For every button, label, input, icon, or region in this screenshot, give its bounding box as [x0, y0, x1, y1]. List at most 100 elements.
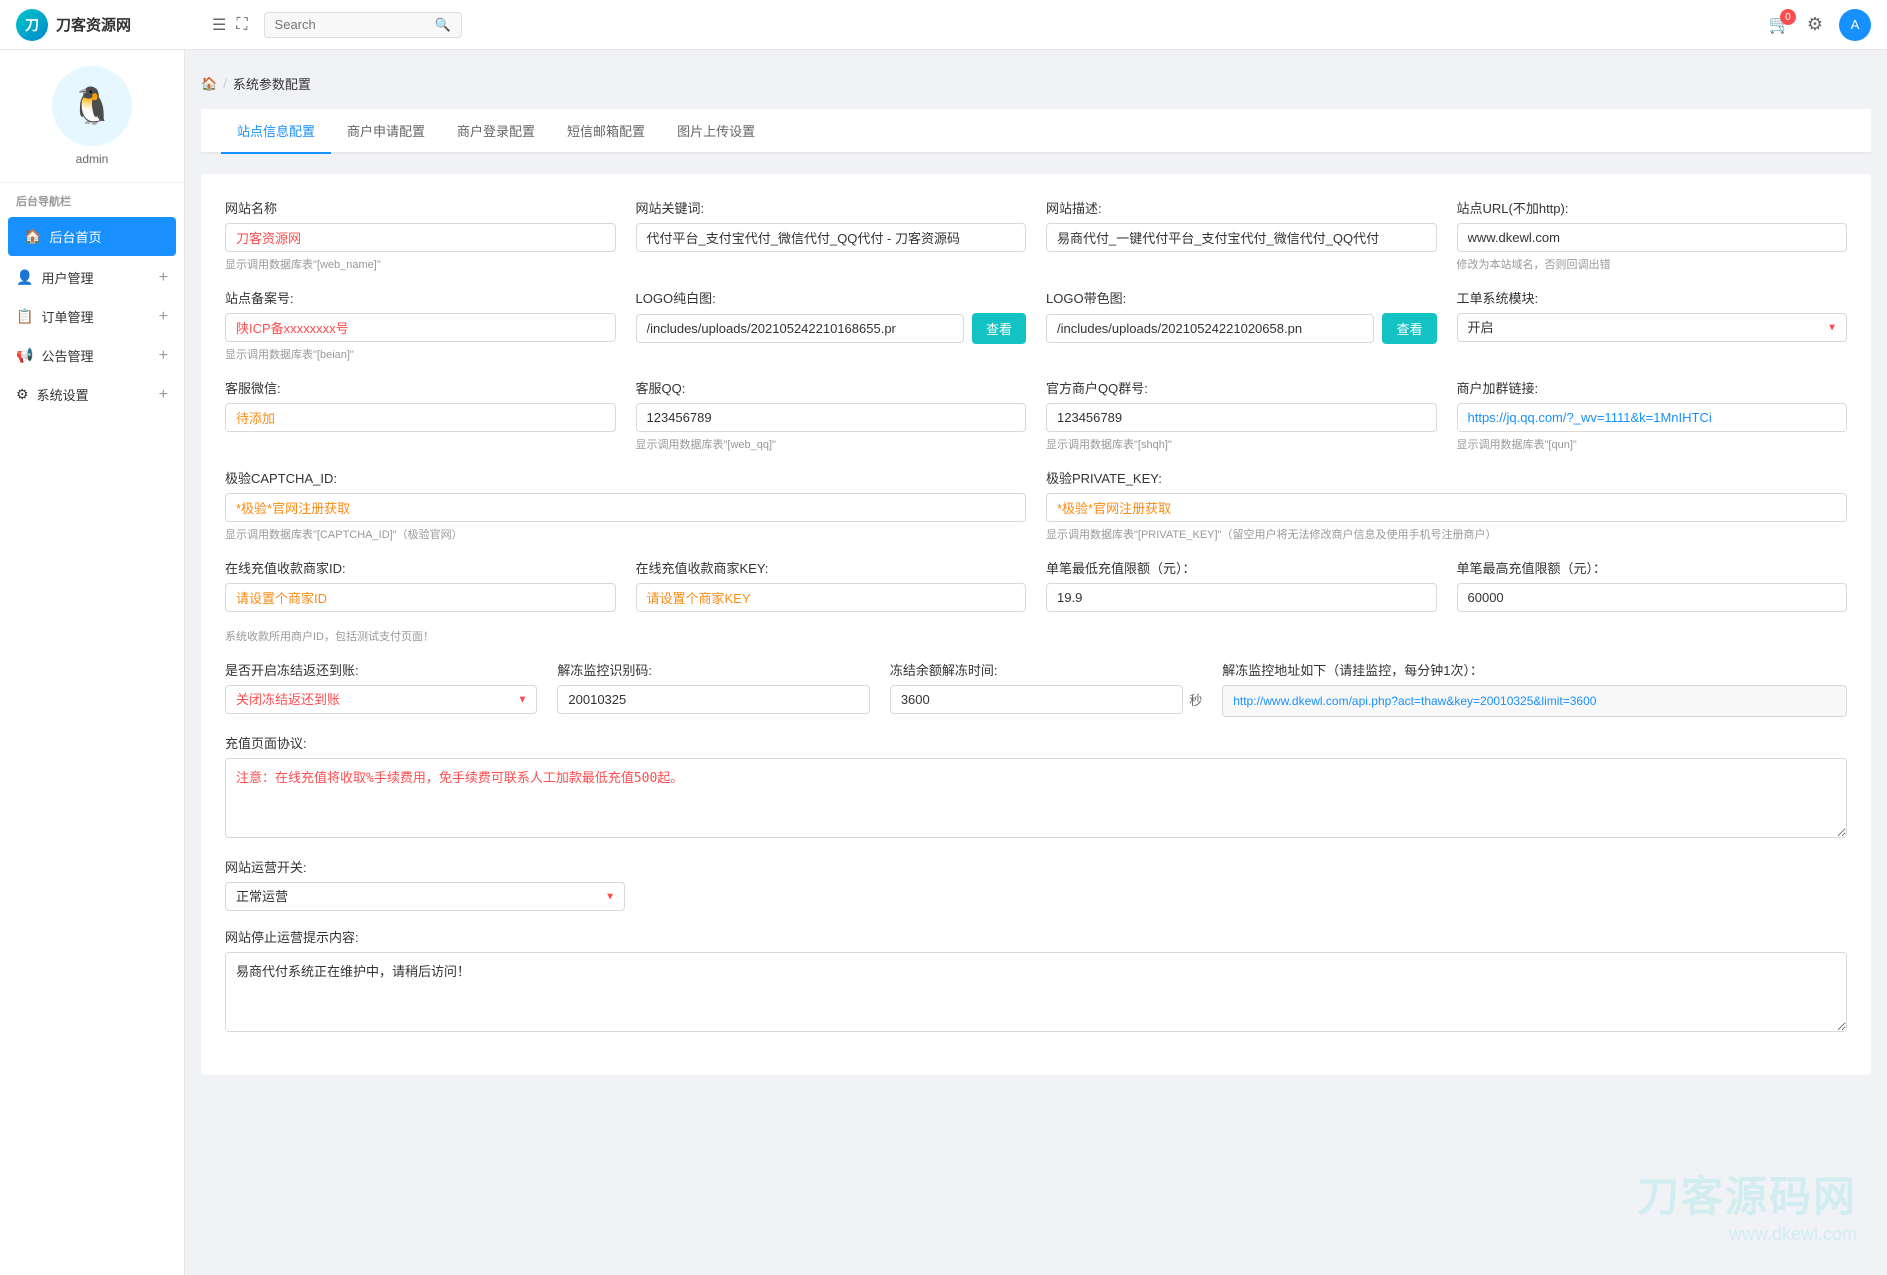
stop-notice-group: 网站停止运营提示内容:: [225, 927, 1847, 1035]
captcha-id-group: 极验CAPTCHA_ID: 显示调用数据库表"[CAPTCHA_ID]"（极验官…: [225, 468, 1026, 542]
sidebar-item-notice[interactable]: 📢 公告管理 +: [0, 336, 184, 375]
logo-white-input-group: 查看: [636, 313, 1027, 344]
captcha-key-group: 极验PRIVATE_KEY: 显示调用数据库表"[PRIVATE_KEY]"（留…: [1046, 468, 1847, 542]
unfreeze-time-group: 冻结余额解冻时间: 秒: [890, 660, 1202, 717]
site-desc-group: 网站描述:: [1046, 198, 1437, 272]
captcha-id-input[interactable]: [225, 493, 1026, 522]
logo-color-input[interactable]: [1046, 314, 1374, 343]
kefu-weixin-input[interactable]: [225, 403, 616, 432]
users-add-icon[interactable]: +: [159, 269, 168, 287]
captcha-id-label: 极验CAPTCHA_ID:: [225, 468, 1026, 487]
logo-white-group: LOGO纯白图: 查看: [636, 288, 1027, 362]
row5-hint: 系统收款所用商户ID，包括测试支付页面！: [225, 628, 1847, 644]
merchant-group-hint: 显示调用数据库表"[qun]": [1457, 436, 1848, 452]
search-input[interactable]: [275, 17, 435, 32]
site-desc-label: 网站描述:: [1046, 198, 1437, 217]
sidebar-logo-emoji: 🐧: [70, 85, 115, 127]
orders-icon: 📋: [16, 308, 33, 325]
home-icon[interactable]: 🏠: [201, 76, 217, 92]
tab-merchant-login[interactable]: 商户登录配置: [441, 109, 551, 154]
form-row-6: 是否开启冻结返还到账: 关闭冻结返还到账 开启冻结返还到账 解冻监控识别码: 冻…: [225, 660, 1847, 717]
site-logo-text: 刀客资源网: [56, 14, 131, 35]
online-merchant-id-group: 在线充值收款商家ID:: [225, 558, 616, 612]
site-status-label: 网站运营开关:: [225, 857, 1847, 876]
sidebar-item-dashboard[interactable]: 🏠 后台首页: [8, 217, 176, 256]
sidebar-item-notice-label: 公告管理: [41, 346, 158, 365]
site-url-label: 站点URL(不加http):: [1457, 198, 1848, 217]
site-url-input[interactable]: [1457, 223, 1848, 252]
max-recharge-label: 单笔最高充值限额（元）：: [1457, 558, 1848, 577]
unfreeze-time-unit: 秒: [1189, 690, 1202, 709]
site-name-input[interactable]: [225, 223, 616, 252]
protocol-textarea[interactable]: [225, 758, 1847, 838]
form-row-5: 在线充值收款商家ID: 在线充值收款商家KEY: 单笔最低充值限额（元）： 单笔…: [225, 558, 1847, 612]
header-icons: ☰ ⛶: [212, 15, 248, 35]
logo-color-view-btn[interactable]: 查看: [1382, 313, 1436, 344]
tab-image-upload[interactable]: 图片上传设置: [661, 109, 771, 154]
protocol-label: 充值页面协议:: [225, 733, 1847, 752]
merchant-group-label: 商户加群链接:: [1457, 378, 1848, 397]
tab-sms-email[interactable]: 短信邮箱配置: [551, 109, 661, 154]
form-card: 网站名称 显示调用数据库表"[web_name]" 网站关键词: 网站描述: 站…: [201, 174, 1871, 1075]
site-desc-input[interactable]: [1046, 223, 1437, 252]
captcha-code-input[interactable]: [557, 685, 869, 714]
site-url-hint: 修改为本站域名，否则回调出错: [1457, 256, 1848, 272]
sidebar-item-users[interactable]: 👤 用户管理 +: [0, 258, 184, 297]
online-merchant-key-input[interactable]: [636, 583, 1027, 612]
work-system-select-wrapper: 开启 关闭: [1457, 313, 1848, 342]
stop-notice-textarea[interactable]: [225, 952, 1847, 1032]
site-url-group: 站点URL(不加http): 修改为本站域名，否则回调出错: [1457, 198, 1848, 272]
min-recharge-label: 单笔最低充值限额（元）：: [1046, 558, 1437, 577]
merchant-group-input[interactable]: [1457, 403, 1848, 432]
min-recharge-group: 单笔最低充值限额（元）：: [1046, 558, 1437, 612]
protocol-group: 充值页面协议:: [225, 733, 1847, 841]
notice-add-icon[interactable]: +: [159, 347, 168, 365]
form-row-3: 客服微信: 客服QQ: 显示调用数据库表"[web_qq]" 官方商户QQ群号:…: [225, 378, 1847, 452]
settings-btn[interactable]: ⚙: [1807, 14, 1823, 35]
icp-input[interactable]: [225, 313, 616, 342]
sidebar-logo-area: 🐧 admin: [0, 50, 184, 183]
kefu-qq-label: 客服QQ:: [636, 378, 1027, 397]
fullscreen-icon[interactable]: ⛶: [236, 16, 247, 34]
merchant-group-group: 商户加群链接: 显示调用数据库表"[qun]": [1457, 378, 1848, 452]
official-qq-input[interactable]: [1046, 403, 1437, 432]
unfreeze-select[interactable]: 关闭冻结返还到账 开启冻结返还到账: [225, 685, 537, 714]
work-system-select[interactable]: 开启 关闭: [1457, 313, 1848, 342]
min-recharge-input[interactable]: [1046, 583, 1437, 612]
site-name-label: 网站名称: [225, 198, 616, 217]
kefu-qq-input[interactable]: [636, 403, 1027, 432]
logo-white-view-btn[interactable]: 查看: [972, 313, 1026, 344]
work-system-group: 工单系统模块: 开启 关闭: [1457, 288, 1848, 362]
menu-icon[interactable]: ☰: [212, 15, 226, 35]
unfreeze-enabled-label: 是否开启冻结返还到账:: [225, 660, 537, 679]
stop-notice-label: 网站停止运营提示内容:: [225, 927, 1847, 946]
tab-merchant-apply[interactable]: 商户申请配置: [331, 109, 441, 154]
icp-hint: 显示调用数据库表"[beian]": [225, 346, 616, 362]
site-status-select[interactable]: 正常运营 停止运营: [225, 882, 625, 911]
notice-icon: 📢: [16, 347, 33, 364]
sidebar-item-orders[interactable]: 📋 订单管理 +: [0, 297, 184, 336]
max-recharge-input[interactable]: [1457, 583, 1848, 612]
icp-label: 站点备案号:: [225, 288, 616, 307]
work-system-label: 工单系统模块:: [1457, 288, 1848, 307]
sidebar-item-dashboard-label: 后台首页: [49, 227, 160, 246]
site-keywords-input[interactable]: [636, 223, 1027, 252]
unfreeze-time-input[interactable]: [890, 685, 1183, 714]
search-icon[interactable]: 🔍: [435, 17, 451, 33]
logo-white-input[interactable]: [636, 314, 964, 343]
user-avatar[interactable]: A: [1839, 9, 1871, 41]
icp-group: 站点备案号: 显示调用数据库表"[beian]": [225, 288, 616, 362]
settings-add-icon[interactable]: +: [159, 386, 168, 404]
max-recharge-group: 单笔最高充值限额（元）：: [1457, 558, 1848, 612]
tab-site-info[interactable]: 站点信息配置: [221, 109, 331, 154]
orders-add-icon[interactable]: +: [159, 308, 168, 326]
captcha-key-input[interactable]: [1046, 493, 1847, 522]
unfreeze-select-wrapper: 关闭冻结返还到账 开启冻结返还到账: [225, 685, 537, 714]
kefu-weixin-group: 客服微信:: [225, 378, 616, 452]
sidebar-item-settings[interactable]: ⚙ 系统设置 +: [0, 375, 184, 414]
notification-btn[interactable]: 🛒 0: [1768, 14, 1790, 35]
kefu-qq-hint: 显示调用数据库表"[web_qq]": [636, 436, 1027, 452]
sidebar-item-users-label: 用户管理: [41, 268, 158, 287]
captcha-key-hint: 显示调用数据库表"[PRIVATE_KEY]"（留空用户将无法修改商户信息及使用…: [1046, 526, 1847, 542]
online-merchant-id-input[interactable]: [225, 583, 616, 612]
